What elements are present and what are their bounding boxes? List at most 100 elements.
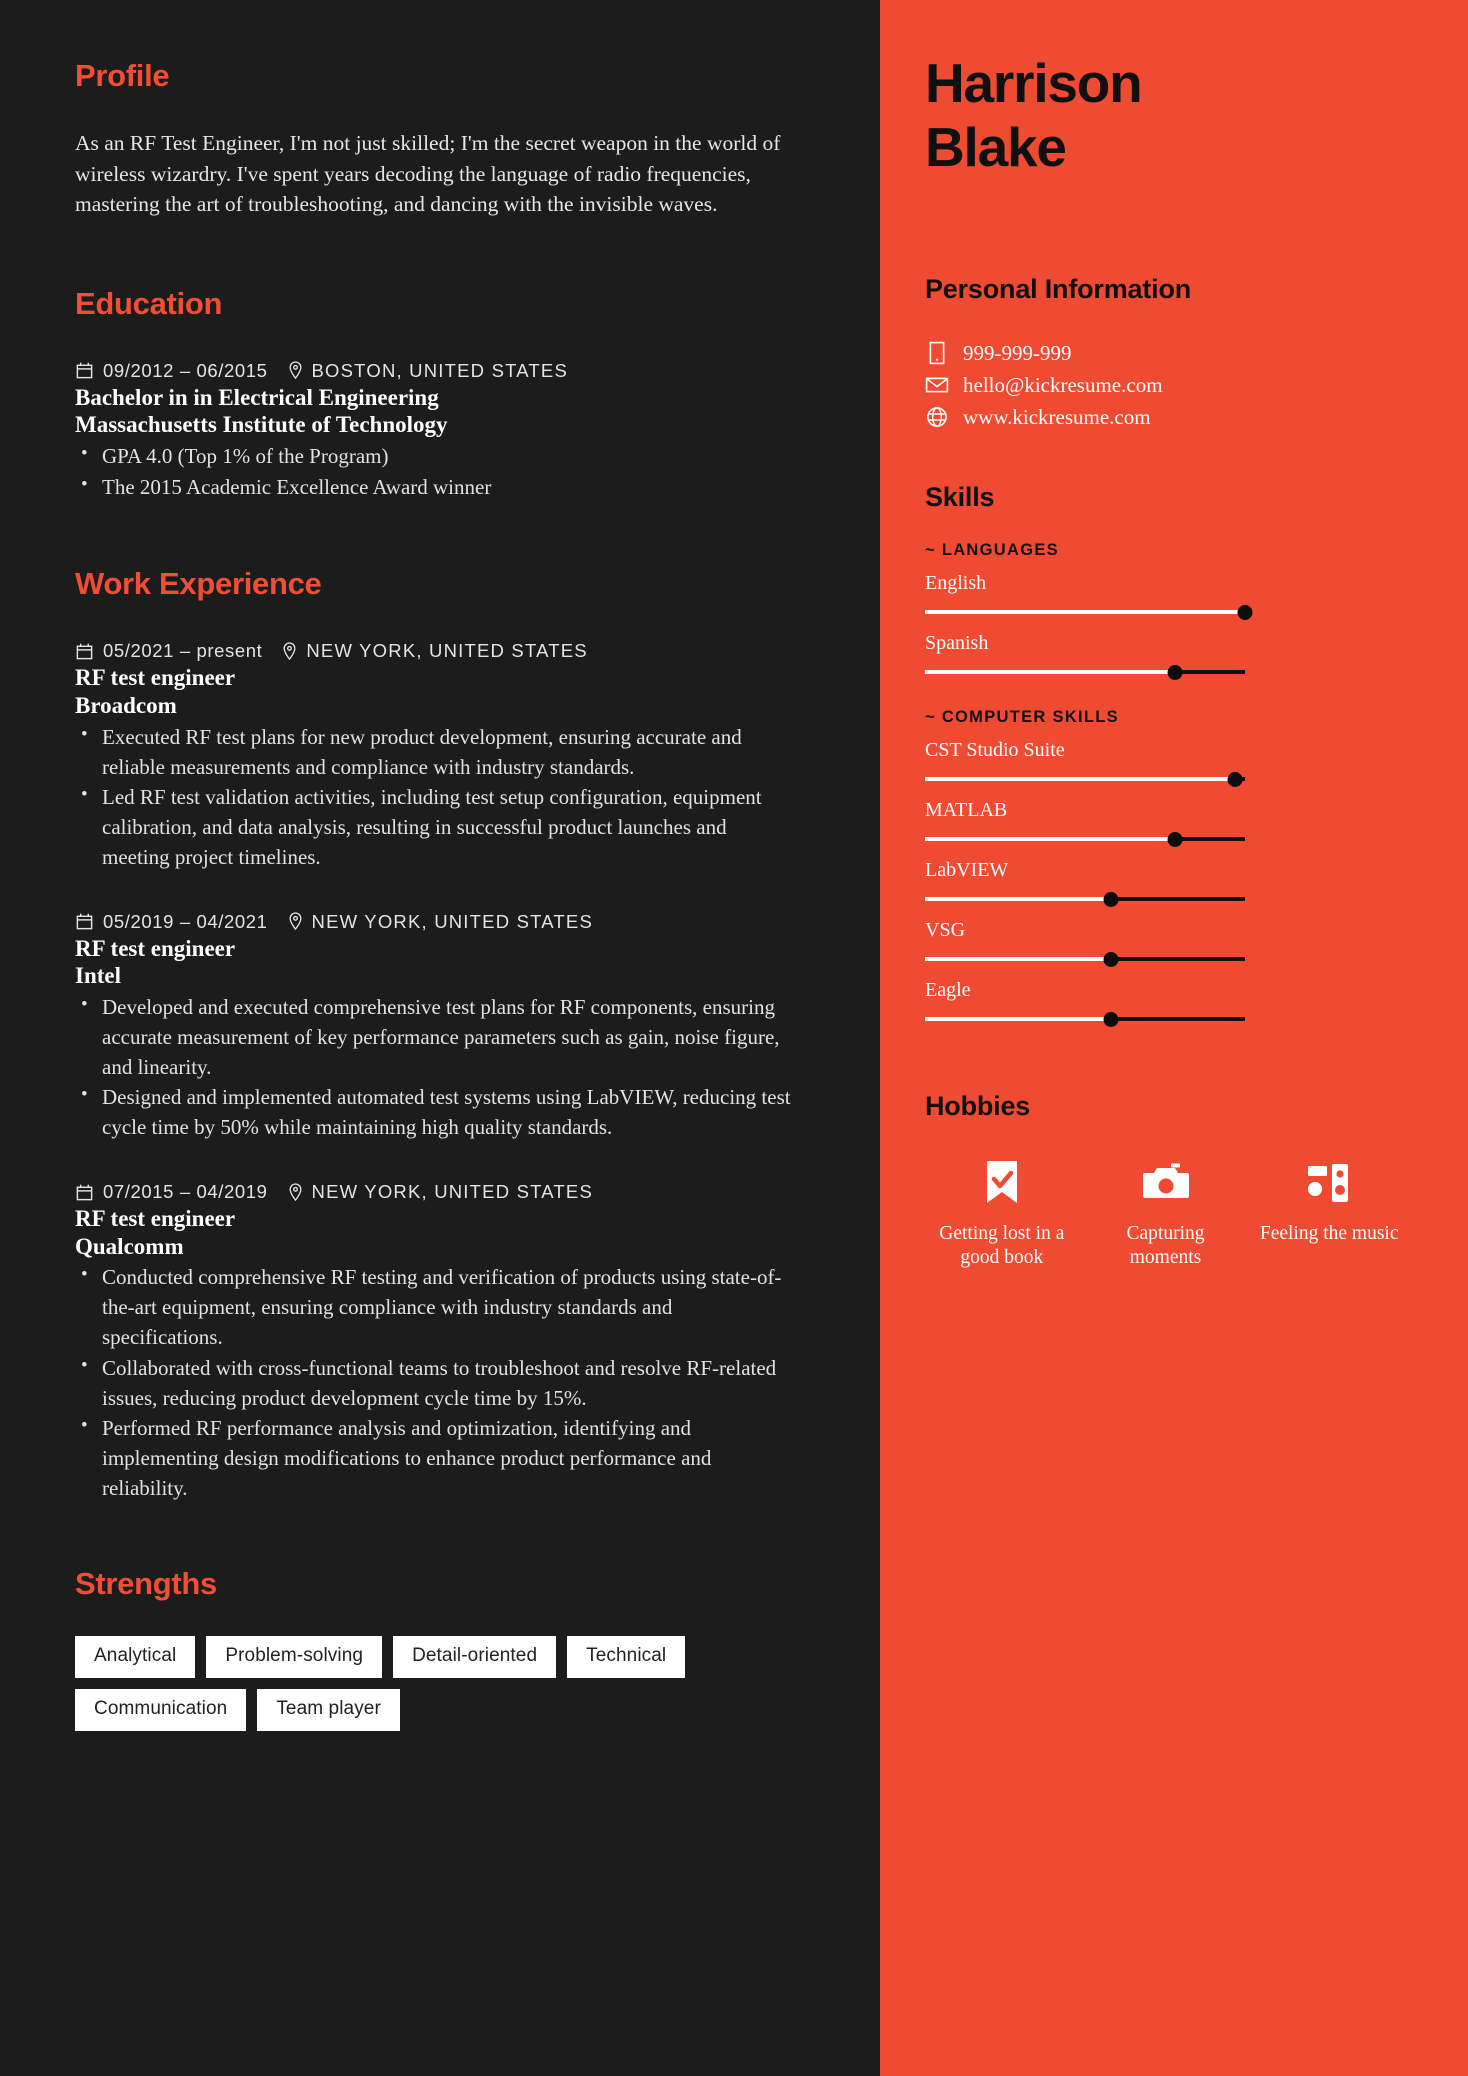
hobby-item: Feeling the music bbox=[1252, 1158, 1406, 1271]
section-title-personal-information: Personal Information bbox=[925, 273, 1192, 304]
slider-knob[interactable] bbox=[1167, 831, 1183, 847]
strengths-tag-list: Analytical Problem-solving Detail-orient… bbox=[75, 1635, 715, 1731]
skill-level-slider[interactable] bbox=[925, 664, 1245, 680]
section-skills: Skills ~ LANGUAGES English Spanish ~ COM… bbox=[925, 482, 1406, 1027]
skill-name: CST Studio Suite bbox=[925, 738, 1065, 761]
camera-icon bbox=[1089, 1158, 1243, 1208]
skill-group-label: ~ LANGUAGES bbox=[925, 540, 1059, 559]
section-education: Education 09/2012 – 06/2015 BOSTON, UNIT… bbox=[75, 286, 808, 503]
slider-fill bbox=[925, 609, 1245, 614]
slider-knob[interactable] bbox=[1103, 891, 1119, 907]
entry-location: NEW YORK, UNITED STATES bbox=[311, 910, 594, 932]
skill-item: VSG bbox=[925, 919, 1406, 967]
section-title-hobbies: Hobbies bbox=[925, 1090, 1031, 1121]
hobbies-grid: Getting lost in a good book Capturing mo… bbox=[925, 1158, 1406, 1271]
skill-level-slider[interactable] bbox=[925, 771, 1245, 787]
skill-level-slider[interactable] bbox=[925, 1011, 1245, 1027]
slider-fill bbox=[925, 669, 1175, 674]
location-pin-icon bbox=[287, 1182, 304, 1202]
contact-value: 999-999-999 bbox=[963, 340, 1072, 365]
slider-knob[interactable] bbox=[1167, 664, 1183, 680]
entry-bullet-list: GPA 4.0 (Top 1% of the Program) The 2015… bbox=[75, 441, 808, 503]
bullet-item: Executed RF test plans for new product d… bbox=[75, 722, 795, 783]
entry-dates: 05/2019 – 04/2021 bbox=[103, 910, 268, 932]
section-title-skills: Skills bbox=[925, 481, 995, 512]
skill-name: MATLAB bbox=[925, 798, 1008, 821]
slider-knob[interactable] bbox=[1103, 1011, 1119, 1027]
bullet-item: GPA 4.0 (Top 1% of the Program) bbox=[75, 441, 795, 472]
contact-phone[interactable]: 999-999-999 bbox=[925, 341, 1406, 366]
section-title-education: Education bbox=[75, 285, 223, 321]
entry-dates: 05/2021 – present bbox=[103, 640, 263, 662]
entry-meta: 07/2015 – 04/2019 NEW YORK, UNITED STATE… bbox=[75, 1181, 808, 1203]
slider-knob[interactable] bbox=[1227, 771, 1243, 787]
skill-name: Eagle bbox=[925, 978, 971, 1001]
entry-bullet-list: Conducted comprehensive RF testing and v… bbox=[75, 1262, 808, 1504]
section-title-strengths: Strengths bbox=[75, 1565, 217, 1601]
skill-group-languages: ~ LANGUAGES English Spanish bbox=[925, 541, 1406, 680]
strength-tag: Communication bbox=[75, 1688, 247, 1731]
calendar-icon bbox=[75, 642, 94, 661]
calendar-icon bbox=[75, 912, 94, 931]
slider-fill bbox=[925, 836, 1175, 841]
entry-role: RF test engineer bbox=[75, 1206, 236, 1232]
section-title-profile: Profile bbox=[75, 58, 170, 93]
calendar-icon bbox=[75, 1183, 94, 1202]
profile-text: As an RF Test Engineer, I'm not just ski… bbox=[75, 131, 781, 217]
bullet-item: Developed and executed comprehensive tes… bbox=[75, 992, 795, 1082]
bookmark-check-icon bbox=[925, 1158, 1079, 1208]
skill-level-slider[interactable] bbox=[925, 831, 1245, 847]
slider-fill bbox=[925, 1016, 1111, 1021]
entry-meta: 09/2012 – 06/2015 BOSTON, UNITED STATES bbox=[75, 360, 808, 382]
entry-organization: Broadcom bbox=[75, 693, 177, 719]
location-pin-icon bbox=[287, 912, 304, 931]
bullet-item: Collaborated with cross-functional teams… bbox=[75, 1353, 795, 1414]
entry-role: Bachelor in in Electrical Engineering bbox=[75, 384, 439, 410]
skill-item: LabVIEW bbox=[925, 859, 1406, 907]
section-hobbies: Hobbies Getting lost in a good book Capt… bbox=[925, 1091, 1406, 1271]
contact-value: www.kickresume.com bbox=[963, 404, 1151, 429]
skill-level-slider[interactable] bbox=[925, 951, 1245, 967]
candidate-name: Harrison Blake bbox=[925, 52, 1406, 180]
entry-organization: Qualcomm bbox=[75, 1233, 184, 1259]
slider-knob[interactable] bbox=[1103, 951, 1119, 967]
contact-email[interactable]: hello@kickresume.com bbox=[925, 373, 1406, 398]
hobby-label: Getting lost in a good book bbox=[939, 1222, 1065, 1268]
phone-icon bbox=[925, 341, 949, 365]
hobby-label: Feeling the music bbox=[1259, 1222, 1399, 1244]
strength-tag: Team player bbox=[257, 1688, 400, 1731]
name-first: Harrison bbox=[925, 52, 1143, 114]
section-work-experience: Work Experience 05/2021 – present NEW YO… bbox=[75, 566, 808, 1503]
strength-tag: Detail-oriented bbox=[393, 1635, 557, 1678]
skill-item: Eagle bbox=[925, 979, 1406, 1027]
contact-value: hello@kickresume.com bbox=[963, 372, 1163, 397]
skill-item: MATLAB bbox=[925, 799, 1406, 847]
music-device-icon bbox=[1252, 1158, 1406, 1208]
strength-tag: Analytical bbox=[75, 1635, 196, 1678]
education-entry: 09/2012 – 06/2015 BOSTON, UNITED STATES … bbox=[75, 360, 808, 503]
hobby-item: Capturing moments bbox=[1089, 1158, 1243, 1271]
hobby-label: Capturing moments bbox=[1126, 1222, 1205, 1268]
section-strengths: Strengths Analytical Problem-solving Det… bbox=[75, 1566, 808, 1731]
skill-name: English bbox=[925, 571, 987, 594]
hobby-item: Getting lost in a good book bbox=[925, 1158, 1079, 1271]
slider-fill bbox=[925, 956, 1111, 961]
calendar-icon bbox=[75, 361, 94, 380]
slider-fill bbox=[925, 776, 1236, 781]
resume-page: Profile As an RF Test Engineer, I'm not … bbox=[0, 0, 1468, 2076]
bullet-item: Designed and implemented automated test … bbox=[75, 1082, 795, 1143]
entry-location: NEW YORK, UNITED STATES bbox=[311, 1181, 594, 1203]
bullet-item: Led RF test validation activities, inclu… bbox=[75, 782, 795, 872]
entry-dates: 07/2015 – 04/2019 bbox=[103, 1181, 268, 1203]
name-last: Blake bbox=[925, 115, 1067, 178]
bullet-item: The 2015 Academic Excellence Award winne… bbox=[75, 472, 795, 503]
contact-website[interactable]: www.kickresume.com bbox=[925, 405, 1406, 430]
skill-level-slider[interactable] bbox=[925, 604, 1253, 620]
entry-role: RF test engineer bbox=[75, 665, 236, 691]
left-column: Profile As an RF Test Engineer, I'm not … bbox=[0, 0, 880, 2076]
skill-level-slider[interactable] bbox=[925, 891, 1245, 907]
section-personal-information: Personal Information 999-999-999 hello@k… bbox=[925, 274, 1406, 430]
slider-knob[interactable] bbox=[1237, 604, 1253, 620]
entry-organization: Intel bbox=[75, 963, 121, 989]
entry-organization: Massachusetts Institute of Technology bbox=[75, 412, 448, 438]
